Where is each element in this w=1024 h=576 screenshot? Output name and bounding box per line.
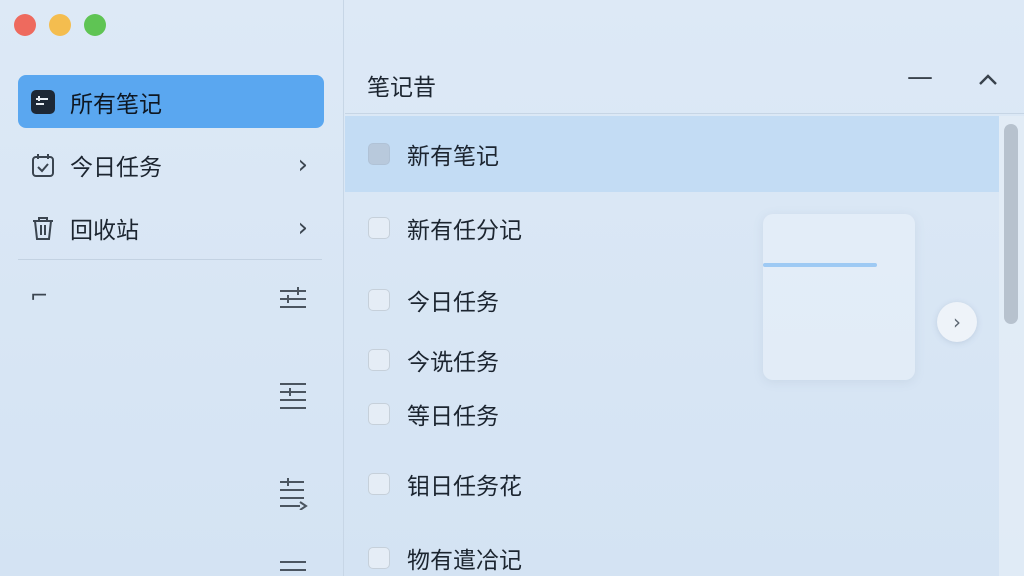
list-item[interactable]: 新有任分记 — [345, 198, 999, 258]
checkbox[interactable] — [368, 547, 390, 569]
collapse-icon[interactable]: ⌐ — [30, 284, 48, 309]
sidebar-item-label: 今日任务 — [70, 154, 162, 181]
scrollbar[interactable] — [999, 116, 1024, 576]
main-panel: 笔记昔 — › 新有笔记 新有任分记 今日任务 今诜任务 等日任务 钼日任务花 … — [345, 0, 1024, 576]
sidebar: 所有笔记 今日任务 › 回收站 › ⌐ — [0, 0, 344, 576]
menu-icon[interactable] — [278, 558, 308, 576]
checkbox[interactable] — [368, 289, 390, 311]
list-filter-icon[interactable] — [278, 380, 308, 410]
calendar-check-icon — [30, 152, 56, 178]
list-item[interactable]: 今诜任务 — [345, 330, 999, 390]
list-item-label: 新有任分记 — [407, 218, 522, 244]
sidebar-divider — [18, 259, 322, 260]
list-item[interactable]: 新有笔记 — [345, 116, 999, 192]
notes-icon — [30, 89, 56, 115]
main-header: 笔记昔 — — [345, 58, 1024, 114]
checkbox[interactable] — [368, 403, 390, 425]
checkbox[interactable] — [368, 473, 390, 495]
sidebar-item-label: 回收站 — [70, 217, 139, 244]
list-item[interactable]: 物有遣冾记 — [345, 528, 999, 576]
list-item-label: 等日任务 — [407, 404, 499, 430]
checkbox[interactable] — [368, 217, 390, 239]
sliders-icon[interactable] — [278, 283, 308, 313]
list-item-label: 钼日任务花 — [407, 474, 522, 500]
list-item-label: 今日任务 — [407, 290, 499, 316]
sidebar-item-trash[interactable]: 回收站 › — [18, 201, 324, 254]
note-list: › 新有笔记 新有任分记 今日任务 今诜任务 等日任务 钼日任务花 物有遣冾记 — [345, 116, 999, 576]
sidebar-item-today-tasks[interactable]: 今日任务 › — [18, 138, 324, 191]
minimize-icon[interactable]: — — [907, 62, 933, 92]
scroll-thumb[interactable] — [1004, 124, 1018, 324]
checkbox[interactable] — [368, 143, 390, 165]
chevron-up-icon[interactable] — [977, 68, 999, 98]
sidebar-nav: 所有笔记 今日任务 › 回收站 › — [18, 75, 324, 264]
page-title: 笔记昔 — [367, 75, 436, 101]
chevron-right-icon: › — [297, 212, 308, 243]
sidebar-item-all-notes[interactable]: 所有笔记 — [18, 75, 324, 128]
list-item[interactable]: 钼日任务花 — [345, 454, 999, 514]
adjust-icon[interactable] — [278, 478, 308, 511]
list-item[interactable]: 等日任务 — [345, 384, 999, 444]
sidebar-item-label: 所有笔记 — [70, 91, 162, 118]
list-item-label: 今诜任务 — [407, 350, 499, 376]
trash-icon — [30, 215, 56, 241]
list-item-label: 物有遣冾记 — [407, 548, 522, 574]
list-item-label: 新有笔记 — [407, 144, 499, 170]
list-item[interactable]: 今日任务 — [345, 270, 999, 330]
chevron-right-icon: › — [297, 149, 308, 180]
app-window: 所有笔记 今日任务 › 回收站 › ⌐ 笔记昔 — › 新有笔记 新有任分记 今… — [0, 0, 1024, 576]
checkbox[interactable] — [368, 349, 390, 371]
